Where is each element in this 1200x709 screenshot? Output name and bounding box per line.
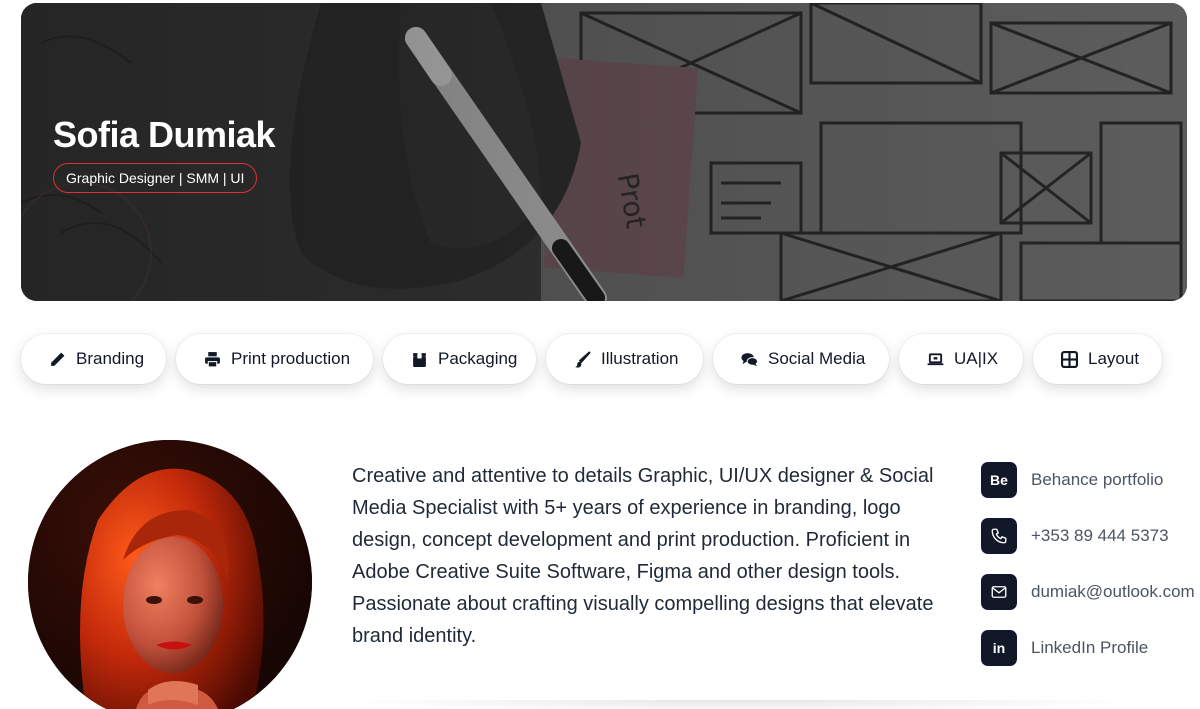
section-divider-shadow xyxy=(330,700,1150,709)
laptop-icon xyxy=(926,350,944,368)
skill-ua-ix[interactable]: UA|IX xyxy=(899,334,1023,384)
skill-label: Packaging xyxy=(438,349,518,368)
skill-illustration[interactable]: Illustration xyxy=(546,334,703,384)
hero-banner: Prot Sofia Dumiak Graphic Designer | SMM… xyxy=(21,3,1187,301)
avatar-photo xyxy=(28,440,312,709)
pencil-icon xyxy=(48,350,66,368)
behance-icon: Be xyxy=(981,462,1017,498)
contact-label[interactable]: LinkedIn Profile xyxy=(1031,638,1148,658)
contact-label[interactable]: Behance portfolio xyxy=(1031,470,1163,490)
hero-content: Sofia Dumiak Graphic Designer | SMM | UI xyxy=(53,113,276,193)
skill-label: Social Media xyxy=(768,349,866,368)
skill-layout[interactable]: Layout xyxy=(1033,334,1162,384)
role-badge: Graphic Designer | SMM | UI xyxy=(53,163,258,193)
contact-label[interactable]: dumiak@outlook.com xyxy=(1031,582,1195,602)
skill-label: UA|IX xyxy=(954,349,999,368)
avatar xyxy=(28,440,312,709)
skill-social-media[interactable]: Social Media xyxy=(713,334,889,384)
contact-email[interactable]: dumiak@outlook.com xyxy=(981,574,1195,610)
comments-icon xyxy=(740,350,758,368)
skill-label: Layout xyxy=(1088,349,1140,368)
contact-label[interactable]: +353 89 444 5373 xyxy=(1031,526,1169,546)
contact-behance[interactable]: Be Behance portfolio xyxy=(981,462,1163,498)
mail-icon xyxy=(981,574,1017,610)
bio-text: Creative and attentive to details Graphi… xyxy=(352,465,934,647)
skill-label: Print production xyxy=(231,349,351,368)
printer-icon xyxy=(203,350,221,368)
box-icon xyxy=(410,350,428,368)
skill-print-production[interactable]: Print production xyxy=(176,334,373,384)
profile-name: Sofia Dumiak xyxy=(53,114,276,155)
phone-icon xyxy=(981,518,1017,554)
contact-phone[interactable]: +353 89 444 5373 xyxy=(981,518,1169,554)
skill-branding[interactable]: Branding xyxy=(21,334,166,384)
skill-label: Illustration xyxy=(601,349,679,368)
linkedin-icon: in xyxy=(981,630,1017,666)
skill-label: Branding xyxy=(76,349,145,368)
contact-linkedin[interactable]: in LinkedIn Profile xyxy=(981,630,1148,666)
grid-icon xyxy=(1060,350,1078,368)
brush-icon xyxy=(573,350,591,368)
skill-packaging[interactable]: Packaging xyxy=(383,334,536,384)
